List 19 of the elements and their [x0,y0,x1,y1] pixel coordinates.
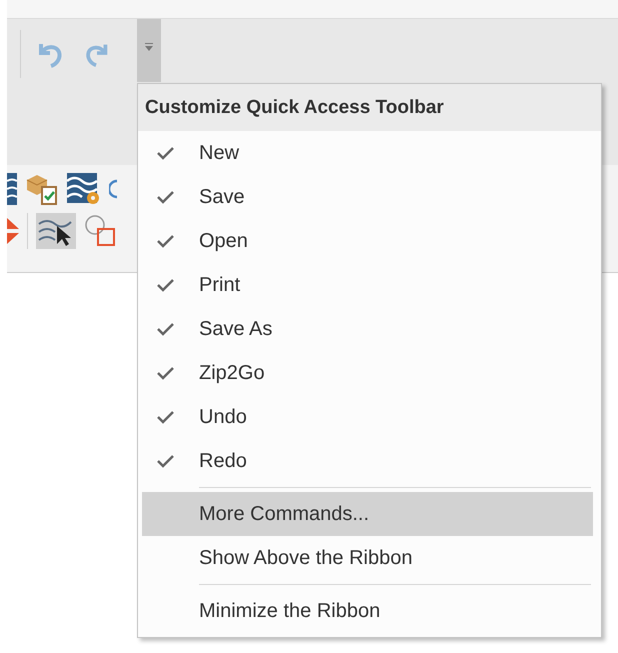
menu-item[interactable]: Zip2Go [142,351,593,395]
caret-icon [145,43,153,51]
menu-item[interactable]: Undo [142,395,593,439]
menu-item[interactable]: Open [142,219,593,263]
menu-item[interactable]: Minimize the Ribbon [142,589,593,633]
select-tool-button[interactable] [36,213,76,249]
waves-gear-icon[interactable] [67,173,101,205]
menu-item[interactable]: Show Above the Ribbon [142,536,593,580]
menu-item[interactable]: Print [142,263,593,307]
select-shape-icon[interactable] [84,214,118,248]
split-arrows-icon[interactable] [7,216,19,246]
menu-item[interactable]: More Commands... [142,492,593,536]
menu-item[interactable]: Redo [142,439,593,483]
menu-item[interactable]: Save [142,175,593,219]
menu-item[interactable]: Save As [142,307,593,351]
layers-icon[interactable] [7,173,17,205]
menu-item[interactable]: New [142,131,593,175]
menu-title: Customize Quick Access Toolbar [145,96,444,118]
package-clipboard-icon[interactable] [25,172,59,206]
